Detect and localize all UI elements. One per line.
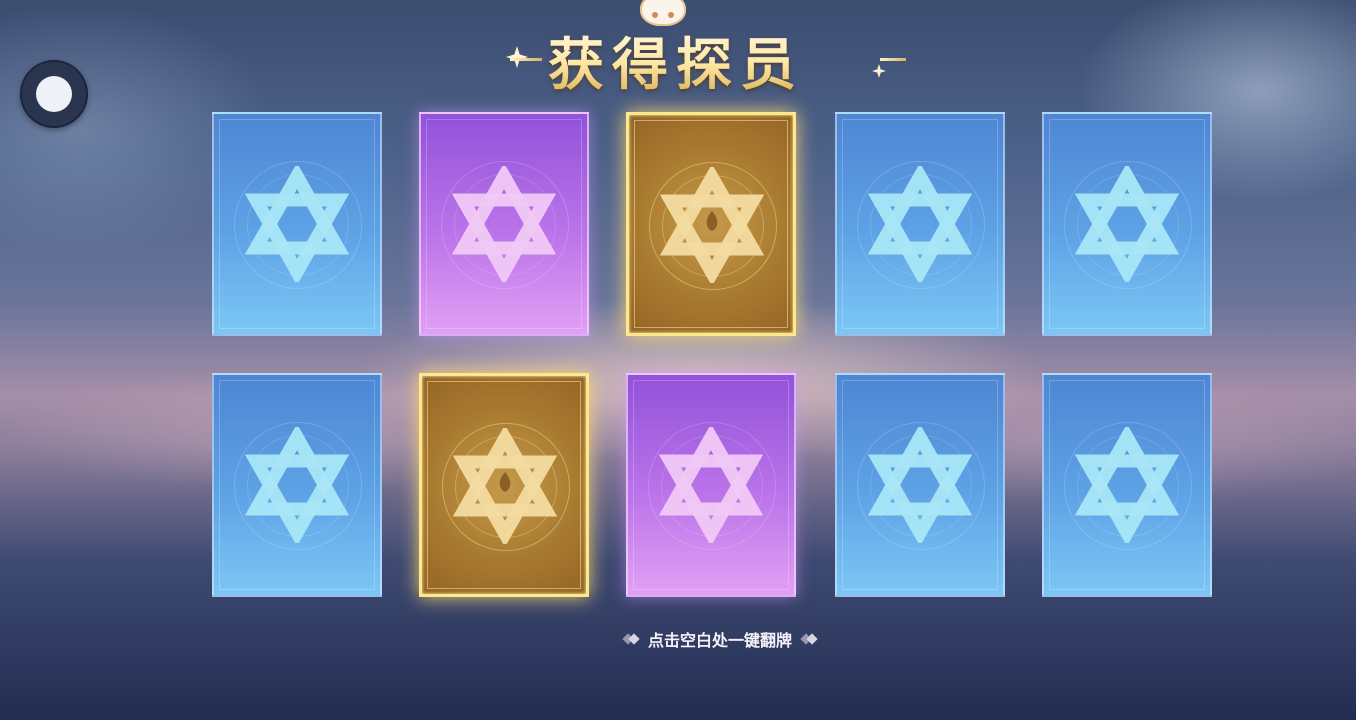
sparkle-icon xyxy=(506,46,528,68)
hexagram-emblem-icon xyxy=(867,166,973,282)
title-decor-line-left xyxy=(510,58,542,61)
floating-menu-button[interactable] xyxy=(20,60,88,128)
hexagram-emblem-icon xyxy=(244,427,350,543)
page-title: 获得探员 xyxy=(548,20,804,101)
card-gold-3[interactable] xyxy=(626,112,796,336)
hexagram-emblem-icon xyxy=(658,427,764,543)
hexagram-emblem-icon xyxy=(244,166,350,282)
card-purple-8[interactable] xyxy=(626,373,796,597)
sparkle-icon xyxy=(872,64,886,78)
hexagram-emblem-icon xyxy=(1074,427,1180,543)
card-blue-5[interactable] xyxy=(1042,112,1212,336)
menu-dot-icon xyxy=(36,76,72,112)
card-gold-7[interactable] xyxy=(419,373,589,597)
title-banner: 获得探员 xyxy=(500,0,910,98)
card-purple-2[interactable] xyxy=(419,112,589,336)
title-decor-line-right xyxy=(880,58,906,61)
hexagram-emblem-icon xyxy=(867,427,973,543)
flip-all-hint[interactable]: 点击空白处一键翻牌 xyxy=(600,626,840,652)
hexagram-flame-emblem-icon xyxy=(659,167,765,283)
diamond-left-icon xyxy=(624,632,638,646)
card-blue-6[interactable] xyxy=(212,373,382,597)
card-blue-4[interactable] xyxy=(835,112,1005,336)
card-blue-10[interactable] xyxy=(1042,373,1212,597)
diamond-right-icon xyxy=(802,632,816,646)
card-blue-9[interactable] xyxy=(835,373,1005,597)
hexagram-emblem-icon xyxy=(1074,166,1180,282)
hint-text: 点击空白处一键翻牌 xyxy=(647,631,792,650)
card-blue-1[interactable] xyxy=(212,112,382,336)
hexagram-emblem-icon xyxy=(451,166,557,282)
hexagram-flame-emblem-icon xyxy=(452,428,558,544)
